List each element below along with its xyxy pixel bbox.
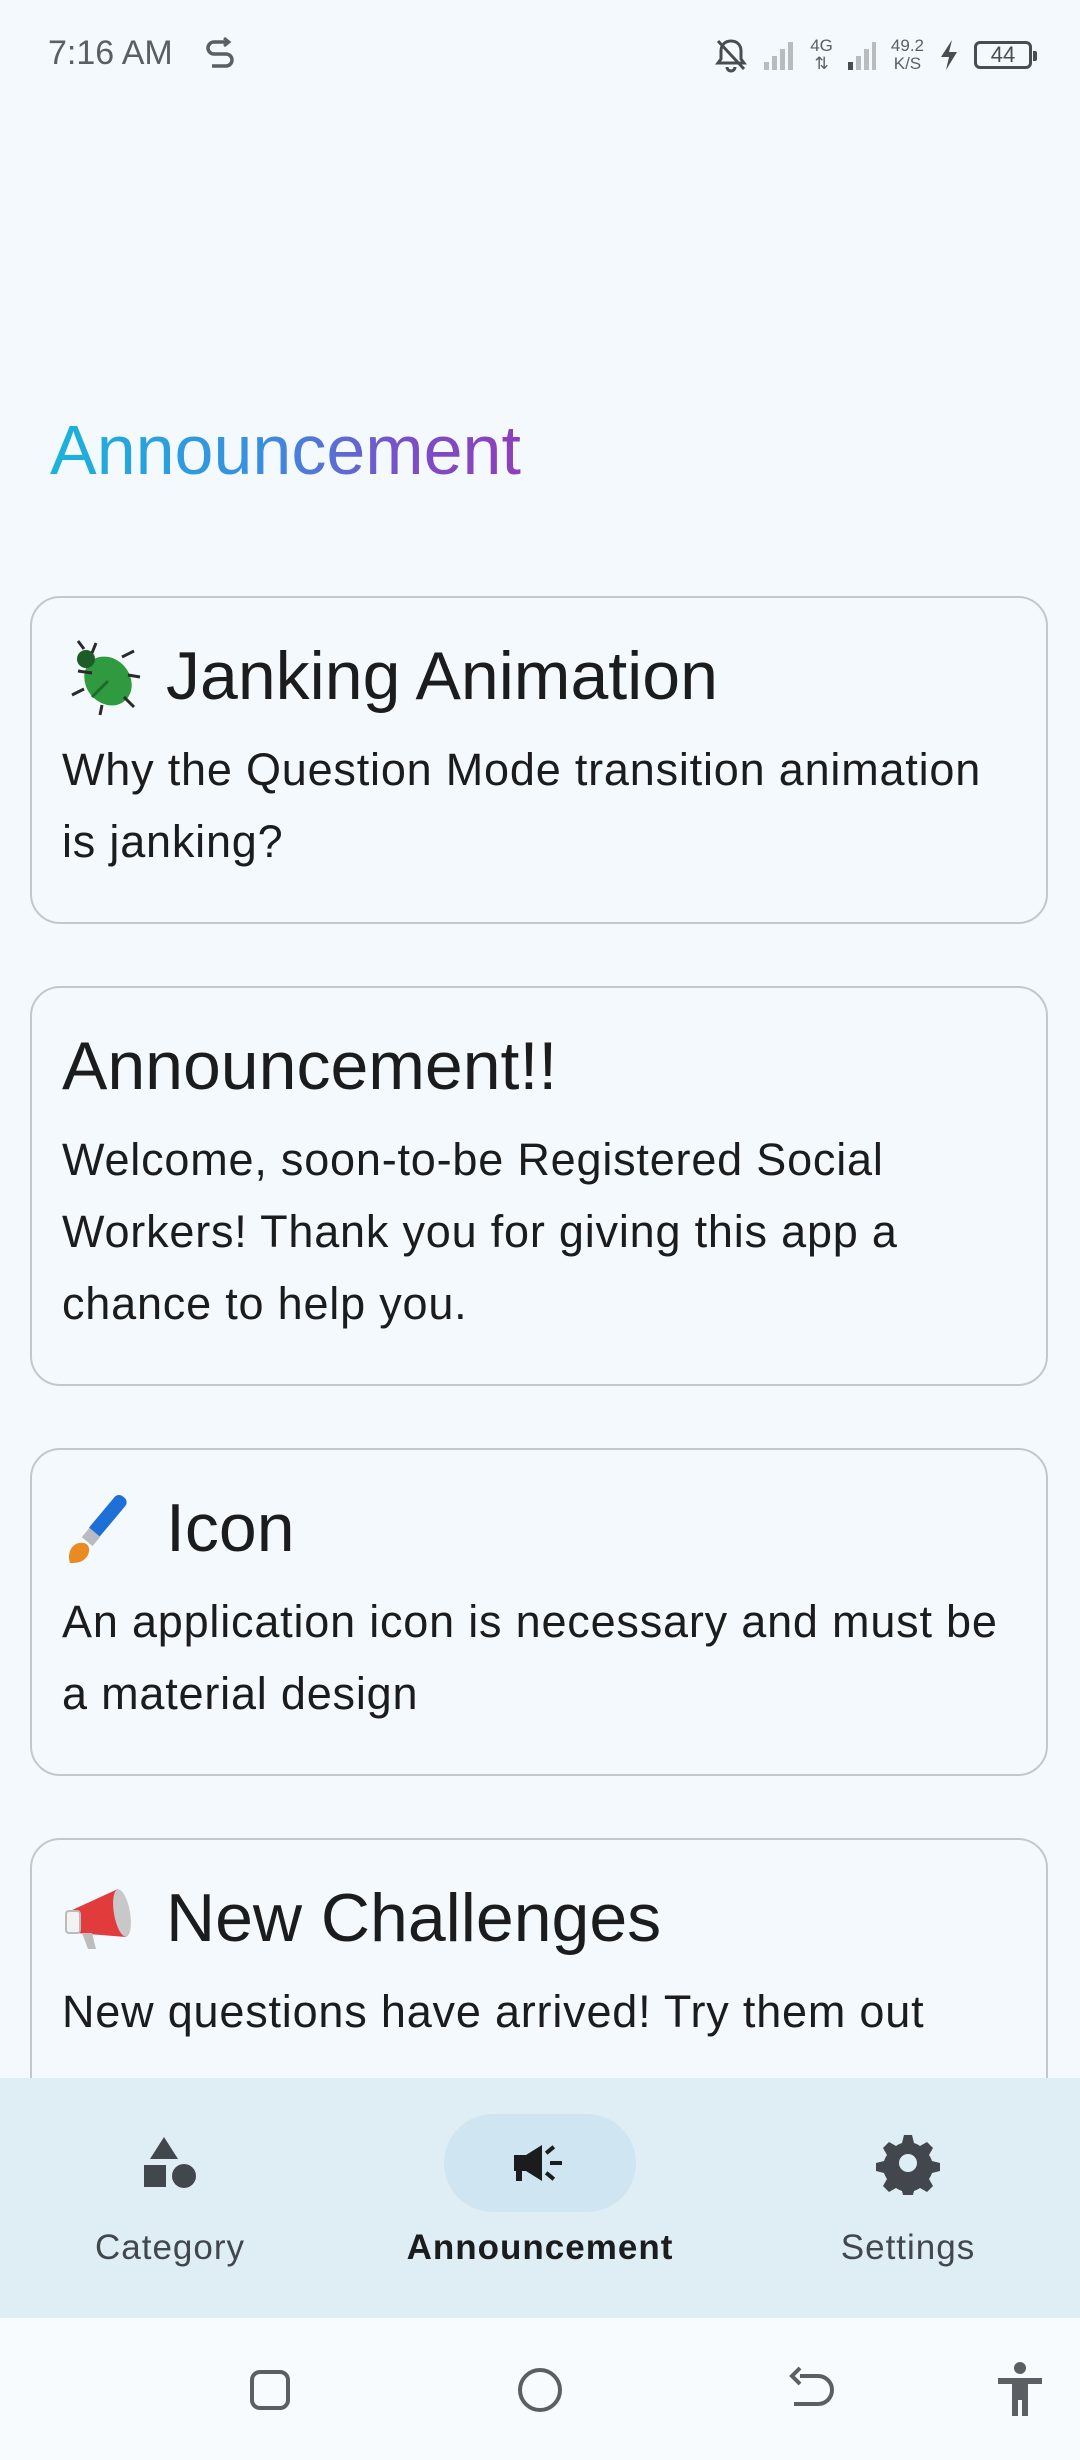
nav-item-announcement[interactable]: Announcement	[390, 2114, 690, 2268]
card-title-row: Icon	[62, 1490, 1016, 1566]
announcement-card[interactable]: Announcement!! Welcome, soon-to-be Regis…	[30, 986, 1048, 1386]
card-title: Icon	[166, 1490, 295, 1566]
paintbrush-icon	[68, 1495, 127, 1563]
gear-icon	[876, 2135, 940, 2195]
card-title: Janking Animation	[166, 638, 718, 714]
bottom-navigation: Category Announcement Settings	[0, 2078, 1080, 2318]
announcement-card[interactable]: New Challenges New questions have arrive…	[30, 1838, 1048, 2078]
nav-label: Category	[94, 2228, 246, 2267]
accessibility-icon[interactable]	[990, 2360, 1050, 2420]
card-title-row: New Challenges	[62, 1880, 1016, 1956]
system-navigation-bar	[0, 2318, 1080, 2460]
announcement-list[interactable]: Announcement Janking Animation Why the Q…	[0, 0, 1080, 2078]
nav-label: Settings	[840, 2228, 976, 2267]
card-title: New Challenges	[166, 1880, 662, 1956]
card-body: Why the Question Mode transition animati…	[62, 744, 982, 867]
nav-item-settings[interactable]: Settings	[758, 2114, 1058, 2268]
nav-pill	[74, 2114, 266, 2212]
nav-pill	[812, 2114, 1004, 2212]
card-body: New questions have arrived! Try them out	[62, 1986, 925, 2037]
announcement-card[interactable]: Janking Animation Why the Question Mode …	[30, 596, 1048, 924]
shapes-icon	[144, 2137, 196, 2188]
megaphone-icon	[65, 1889, 131, 1949]
home-button[interactable]	[510, 2360, 570, 2420]
campaign-icon	[514, 2145, 562, 2181]
card-body: An application icon is necessary and mus…	[62, 1596, 998, 1719]
back-button[interactable]	[780, 2360, 840, 2420]
beetle-icon	[71, 640, 141, 716]
card-body: Welcome, soon-to-be Registered Social Wo…	[62, 1134, 898, 1329]
nav-pill-active	[444, 2114, 636, 2212]
page-title: Announcement	[50, 411, 521, 489]
nav-label: Announcement	[406, 2228, 674, 2267]
nav-item-category[interactable]: Category	[20, 2114, 320, 2268]
card-title-row: Janking Animation	[62, 638, 1016, 716]
card-title: Announcement!!	[62, 1028, 558, 1104]
announcement-card[interactable]: Icon An application icon is necessary an…	[30, 1448, 1048, 1776]
recents-button[interactable]	[240, 2360, 300, 2420]
card-title-row: Announcement!!	[62, 1028, 1016, 1104]
